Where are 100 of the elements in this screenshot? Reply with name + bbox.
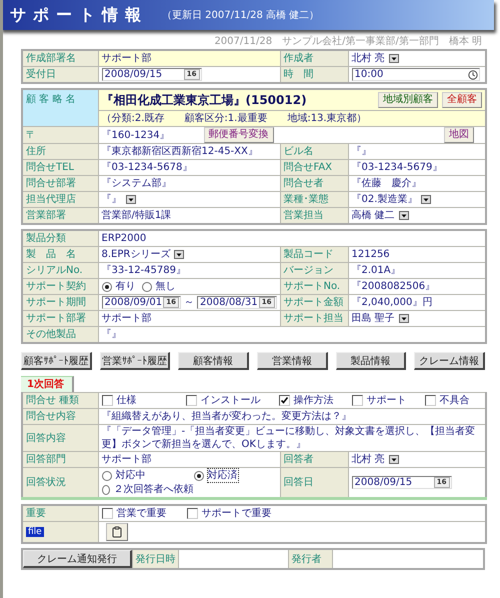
field-label: 〒 [22,126,98,144]
radio-button[interactable] [142,282,152,292]
field-label: 問合せ者 [280,176,348,192]
field-label: 営業担当 [280,208,348,224]
field-value: 『2.01A』 [348,262,486,278]
field-label: 時 間 [280,66,348,83]
field-value: 『』 [98,326,486,343]
checkbox[interactable] [102,508,112,519]
field-value: 『03-1234-5678』 [98,160,280,176]
field-value: 『02.製造業』 [352,193,418,206]
field-label: 担当代理店 [22,192,98,208]
customer-button[interactable]: 地域別顧客 [378,92,438,108]
field-label: 作成部署名 [22,50,98,66]
field-label: 回答部門 [22,452,98,468]
dropdown-icon[interactable] [388,54,399,63]
nav-button[interactable]: クレーム情報 [414,352,486,370]
nav-button[interactable]: 製品情報 [336,352,406,370]
checkbox[interactable] [186,508,198,519]
checkbox-label[interactable]: 操作方法 [294,394,334,407]
checkbox[interactable] [424,395,436,406]
nav-button[interactable]: 顧客ｻﾎﾟｰﾄ履歴 [21,352,92,370]
field-label: 業種･業態 [280,192,348,208]
field-label: 発行者 [288,549,332,569]
field-label: ビル名 [280,144,348,160]
checkbox-label[interactable]: サポート [366,394,406,407]
field-value: 『「データ管理」-「担当者変更」ビューに移動し、対象文書を選択し、【担当者変更】ボタンで新担当を選んで、OKします。』 [98,424,486,452]
radio-label[interactable]: 無し [156,280,176,293]
issue-button[interactable]: クレーム通知発行 [23,550,132,568]
field-label: バージョン [280,262,348,278]
checkbox[interactable] [352,395,362,406]
field-label: 問合せ 種類 [22,392,98,408]
radio-button[interactable] [102,484,110,494]
tab[interactable]: 1次回答 [21,376,74,392]
field-label: サポートNo. [280,278,348,294]
nav-button[interactable]: 営業情報 [257,352,328,370]
dropdown-icon[interactable] [174,250,184,259]
checkbox-label[interactable]: インストール [200,394,260,407]
breadcrumb: 2007/11/28 サンプル会社/第一事業部/第一部門 橋本 明 [213,34,483,49]
nav-button[interactable]: 顧客情報 [178,352,250,370]
map-button[interactable]: 地図 [444,127,474,143]
nav-button[interactable]: 営業ｻﾎﾟｰﾄ履歴 [100,352,170,370]
field-label: 回答日 [280,468,348,498]
field-label: シリアルNo. [22,262,98,278]
attach-button[interactable] [106,523,128,541]
dropdown-icon[interactable] [398,211,409,220]
radio-label[interactable]: 対応中 [116,469,146,482]
field-label: 重要 [22,505,98,522]
checkbox-label[interactable]: 仕様 [116,394,136,407]
page-title: サポート情報 [10,4,148,26]
checkbox-label[interactable]: 不具合 [440,394,470,407]
field-label: 回答者 [280,452,348,468]
field-label: 発行日時 [132,549,178,569]
checkbox-label[interactable]: サポートで重要 [202,507,272,520]
field-label: 問合せ内容 [22,408,98,424]
field-value: 『2008082506』 [348,278,486,294]
field-label: サポート期間 [22,294,98,310]
radio-label[interactable]: 対応済 [208,469,238,482]
radio-label[interactable]: 有り [116,280,136,293]
field-value: 高橋 健二 [352,209,395,222]
field-value: 『東京都新宿区西新宿12-45-XX』 [98,144,280,160]
checkbox[interactable] [278,395,290,406]
field-value: 北村 亮 [352,453,385,466]
field-label: 受付日 [22,66,98,83]
radio-button[interactable] [102,282,112,292]
field-value: サポート部 [98,310,280,326]
field-label: 作成者 [280,50,348,66]
dropdown-icon[interactable] [421,195,432,204]
field-label: 顧 客 略 名 [22,89,98,126]
clipboard-icon [110,526,122,538]
time-field[interactable]: 10:00 [352,68,480,81]
field-label: 問合せFAX [280,160,348,176]
checkbox[interactable] [102,395,112,406]
field-value: 121256 [348,246,486,262]
checkbox[interactable] [186,395,196,406]
field-label: サポート部署 [22,310,98,326]
customer-details: （分類:2.既存 顧客区分:1.最重要 地域:13.東京都） [98,110,486,126]
clock-icon [468,70,478,80]
field-value: 『33-12-45789』 [98,262,280,278]
dropdown-icon[interactable] [126,195,136,204]
field-value: サポート部 [98,50,280,66]
field-value: 『』 [102,193,122,206]
customer-button[interactable]: 全顧客 [442,92,482,108]
field-label: その他製品 [22,326,98,343]
dropdown-icon[interactable] [388,455,399,464]
postal-convert-button[interactable]: 郵便番号変換 [204,127,274,143]
field-value: ERP2000 [98,230,486,246]
field-label: サポート契約 [22,278,98,294]
radio-button[interactable] [194,470,204,480]
field-value: 8.EPRシリーズ [102,248,170,261]
field-label: 製 品 名 [22,246,98,262]
field-label: 営業部署 [22,208,98,224]
field-value: 営業部/特販1課 [98,208,280,224]
field-value: 『システム部』 [98,176,280,192]
field-value: 『2,040,000』円 [348,294,486,310]
dropdown-icon[interactable] [398,314,409,323]
radio-label[interactable]: ２次回答者へ依頼 [114,483,194,496]
radio-button[interactable] [102,470,112,480]
field-label: 問合せ部署 [22,176,98,192]
checkbox-label[interactable]: 営業で重要 [116,507,166,520]
update-info: （更新日 2007/11/28 高橋 健二） [162,8,320,22]
